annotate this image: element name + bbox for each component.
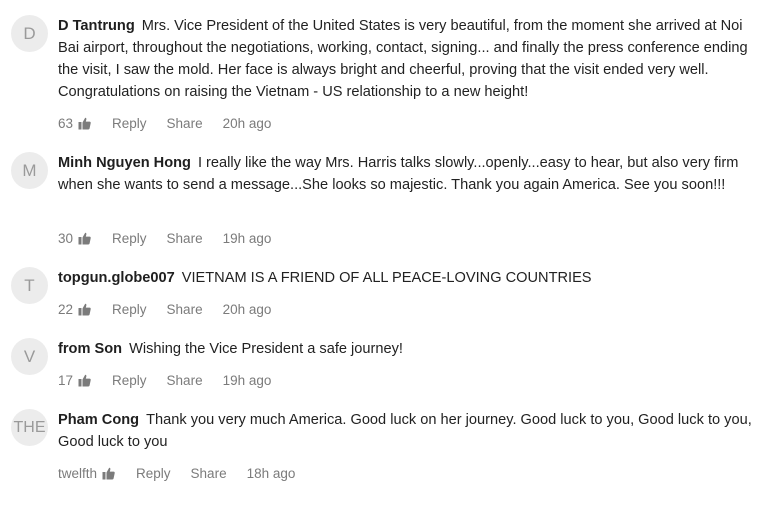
- comment-actions: 22 Reply Share 20h ago: [58, 300, 271, 318]
- comment-timestamp: 20h ago: [222, 301, 272, 317]
- comment-body: Pham Cong Thank you very much America. Go…: [58, 409, 758, 453]
- like-count-value: 30: [58, 230, 74, 246]
- like-count-value: 17: [58, 372, 74, 388]
- share-button[interactable]: Share: [167, 231, 203, 246]
- comment-actions: 30 Reply Share 19h ago: [58, 229, 271, 247]
- reply-button[interactable]: Reply: [136, 466, 171, 481]
- comment-author[interactable]: from Son: [58, 341, 122, 357]
- comment-body: from Son Wishing the Vice President a saf…: [58, 338, 758, 360]
- avatar[interactable]: M: [11, 152, 48, 189]
- thumbs-up-icon[interactable]: [78, 303, 91, 316]
- like-count-value: twelfth: [58, 465, 98, 481]
- comment-author[interactable]: D Tantrung: [58, 18, 135, 34]
- comment-body: Minh Nguyen Hong I really like the way Mr…: [58, 152, 758, 196]
- share-button[interactable]: Share: [191, 466, 227, 481]
- reply-button[interactable]: Reply: [112, 231, 147, 246]
- comment-timestamp: 18h ago: [246, 465, 296, 481]
- comment-text: VIETNAM IS A FRIEND OF ALL PEACE-LOVING …: [181, 270, 592, 286]
- thumbs-up-icon[interactable]: [78, 232, 91, 245]
- comment-body: D Tantrung Mrs. Vice President of the Uni…: [58, 15, 758, 103]
- like-count[interactable]: twelfth: [58, 466, 115, 481]
- comment-text: Thank you very much America. Good luck o…: [58, 412, 752, 450]
- thumbs-up-icon[interactable]: [102, 467, 115, 480]
- thumbs-up-icon[interactable]: [78, 117, 91, 130]
- comment-timestamp: 20h ago: [222, 115, 272, 131]
- reply-button[interactable]: Reply: [112, 116, 147, 131]
- comment-actions: twelfth Reply Share 18h ago: [58, 464, 295, 482]
- like-count-value: 63: [58, 115, 74, 131]
- avatar[interactable]: THE: [11, 409, 48, 446]
- reply-button[interactable]: Reply: [112, 302, 147, 317]
- comment-author[interactable]: Pham Cong: [58, 412, 139, 428]
- thumbs-up-icon[interactable]: [78, 374, 91, 387]
- share-button[interactable]: Share: [167, 302, 203, 317]
- share-button[interactable]: Share: [167, 116, 203, 131]
- comment-body: topgun.globe007 VIETNAM IS A FRIEND OF AL…: [58, 267, 758, 289]
- like-count-value: 22: [58, 301, 74, 317]
- share-button[interactable]: Share: [167, 373, 203, 388]
- avatar[interactable]: D: [11, 15, 48, 52]
- comment-text: Mrs. Vice President of the United States…: [58, 18, 748, 100]
- comment-timestamp: 19h ago: [222, 372, 272, 388]
- reply-button[interactable]: Reply: [112, 373, 147, 388]
- comment-actions: 63 Reply Share 20h ago: [58, 114, 271, 132]
- comment-text: Wishing the Vice President a safe journe…: [129, 341, 403, 357]
- like-count[interactable]: 17: [58, 373, 91, 388]
- comment-author[interactable]: Minh Nguyen Hong: [58, 155, 191, 171]
- avatar[interactable]: T: [11, 267, 48, 304]
- like-count[interactable]: 63: [58, 116, 91, 131]
- comment-actions: 17 Reply Share 19h ago: [58, 371, 271, 389]
- avatar[interactable]: V: [11, 338, 48, 375]
- like-count[interactable]: 22: [58, 302, 91, 317]
- comment-timestamp: 19h ago: [222, 230, 272, 246]
- like-count[interactable]: 30: [58, 231, 91, 246]
- comment-author[interactable]: topgun.globe007: [58, 270, 175, 286]
